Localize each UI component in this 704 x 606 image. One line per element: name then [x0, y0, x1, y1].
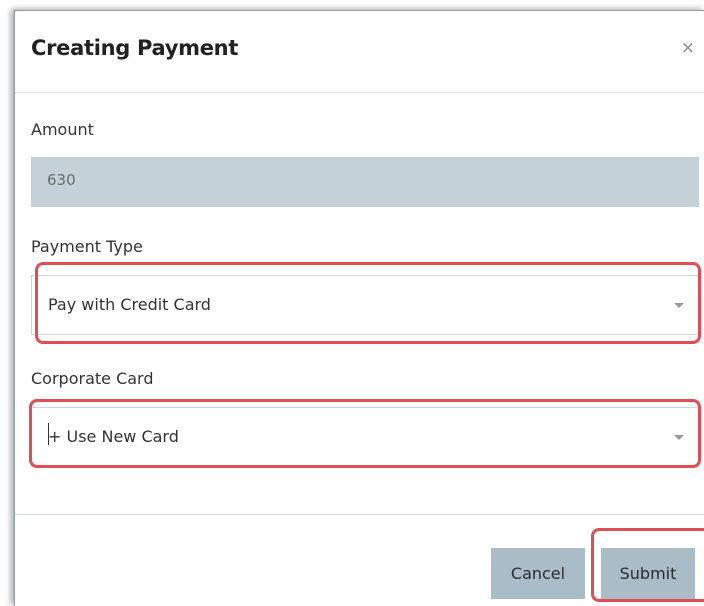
amount-value: 630 [47, 171, 76, 189]
payment-type-label: Payment Type [31, 237, 143, 256]
submit-highlight [591, 528, 704, 602]
corporate-card-label: Corporate Card [31, 369, 154, 388]
dialog-title: Creating Payment [31, 36, 239, 60]
amount-field: 630 [31, 157, 699, 207]
cancel-button[interactable]: Cancel [491, 548, 585, 599]
payment-type-highlight [35, 262, 701, 344]
amount-label: Amount [31, 120, 94, 139]
header-divider [15, 92, 704, 93]
footer-divider [15, 514, 704, 515]
corporate-card-highlight [29, 399, 701, 468]
close-icon[interactable]: × [681, 38, 695, 58]
creating-payment-dialog: Creating Payment × Amount 630 Payment Ty… [14, 10, 704, 606]
